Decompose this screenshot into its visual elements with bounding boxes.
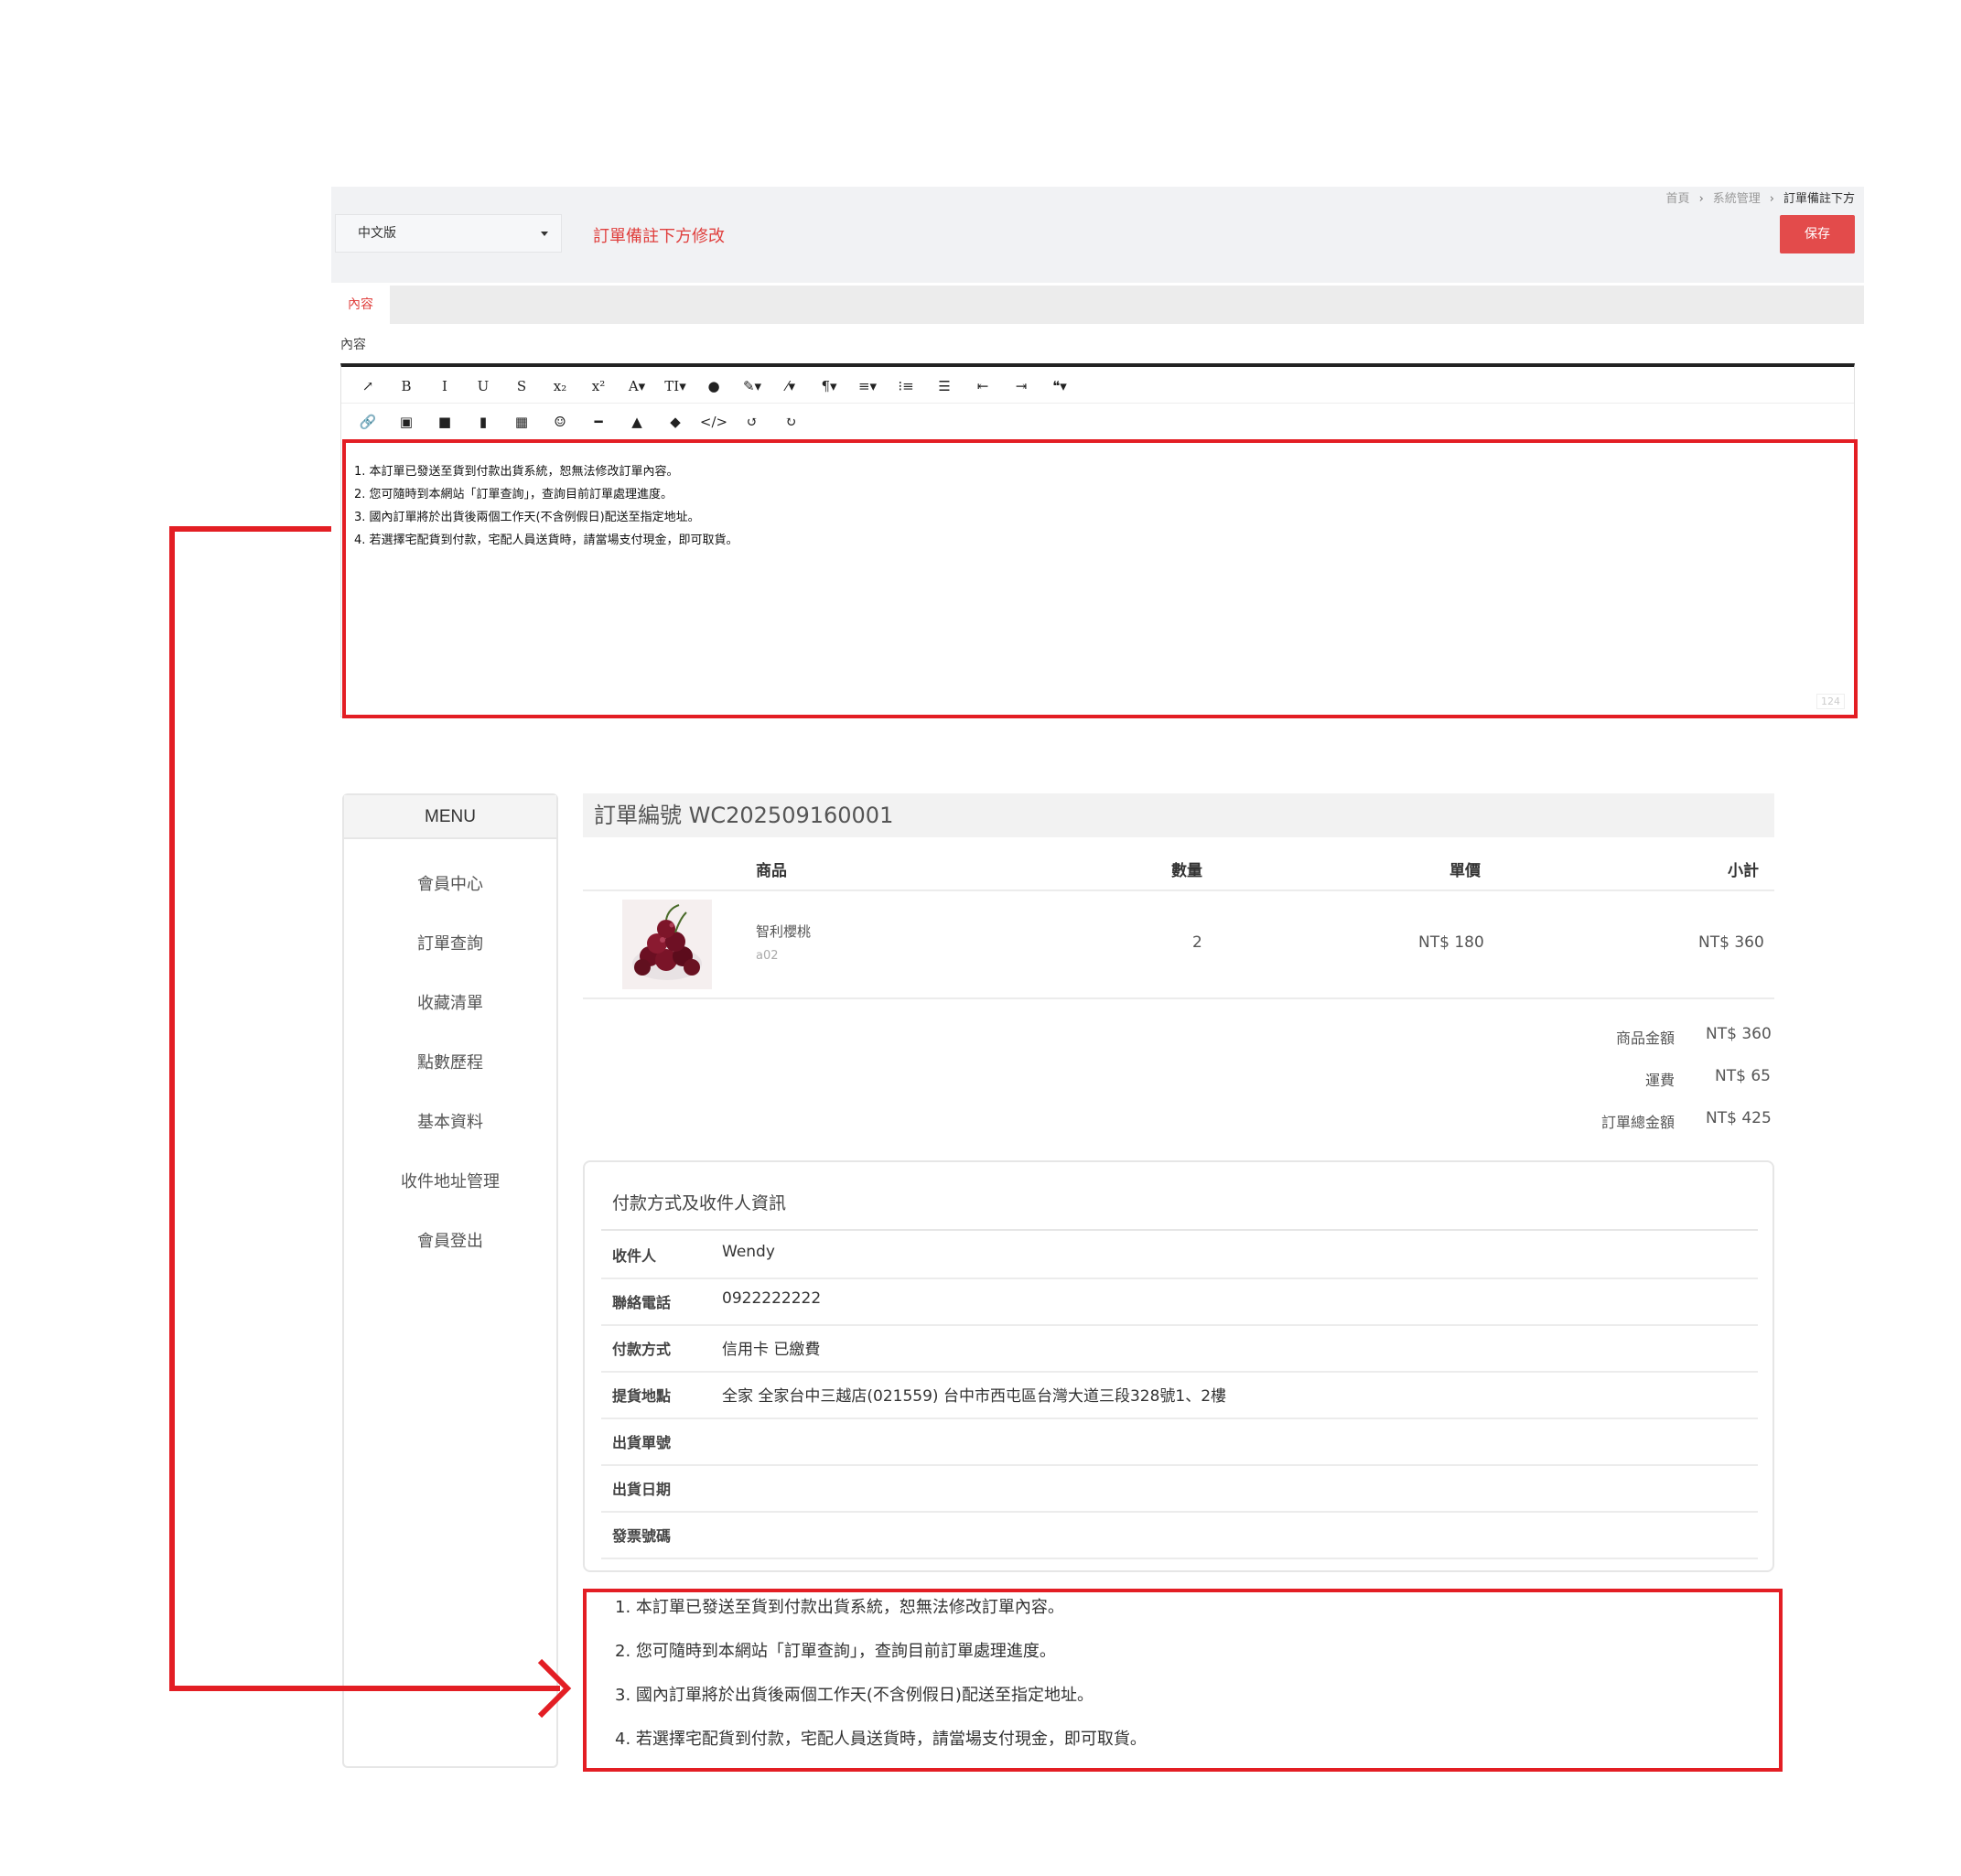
annotation-arrow: [169, 526, 572, 1719]
